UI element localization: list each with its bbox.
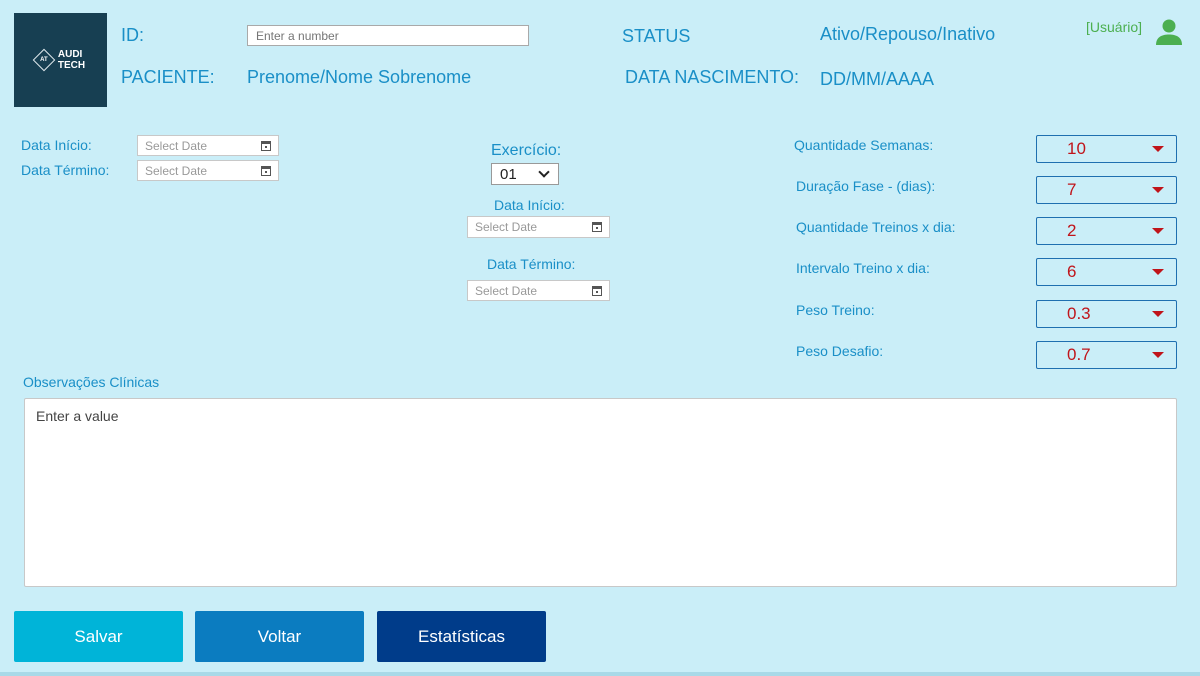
observacoes-placeholder: Enter a value (36, 408, 119, 424)
caret-down-icon (1152, 187, 1164, 193)
caret-down-icon (1152, 311, 1164, 317)
calendar-icon[interactable] (261, 140, 271, 151)
observacoes-label: Observações Clínicas (23, 374, 160, 390)
exercicio-inicio-input[interactable]: Select Date (467, 216, 610, 238)
caret-down-icon (1152, 146, 1164, 152)
id-label: ID: (121, 25, 145, 45)
id-input[interactable] (247, 25, 529, 46)
observacoes-textarea[interactable]: Enter a value (24, 398, 1177, 587)
peso-desafio-label: Peso Desafio: (796, 343, 884, 359)
quantidade-treinos-dropdown[interactable]: 2 (1036, 217, 1177, 245)
data-inicio-label: Data Início: (21, 137, 92, 153)
status-label: STATUS (622, 26, 691, 46)
data-termino-input[interactable]: Select Date (137, 160, 279, 181)
logo-mark-icon: AT (32, 48, 56, 72)
quantidade-semanas-value: 10 (1067, 139, 1086, 158)
peso-treino-label: Peso Treino: (796, 302, 875, 318)
nascimento-label: DATA NASCIMENTO: (625, 67, 800, 87)
exercicio-termino-placeholder: Select Date (475, 283, 538, 298)
quantidade-semanas-dropdown[interactable]: 10 (1036, 135, 1177, 163)
calendar-icon[interactable] (592, 222, 602, 232)
caret-down-icon (1152, 228, 1164, 234)
intervalo-treino-value: 6 (1067, 262, 1077, 281)
paciente-label: PACIENTE: (121, 67, 215, 87)
usuario-label[interactable]: [Usuário] (1086, 19, 1142, 35)
calendar-icon[interactable] (261, 165, 271, 176)
caret-down-icon (1152, 352, 1164, 358)
logo-text-line1: AUDI (57, 49, 83, 60)
logo-text-line2: TECH (57, 60, 86, 71)
paciente-value: Prenome/Nome Sobrenome (247, 67, 472, 87)
exercicio-inicio-label: Data Início: (494, 197, 565, 213)
exercicio-termino-input[interactable]: Select Date (467, 280, 610, 301)
estatisticas-button[interactable]: Estatísticas (377, 611, 546, 662)
user-icon[interactable] (1154, 17, 1184, 47)
peso-desafio-dropdown[interactable]: 0.7 (1036, 341, 1177, 369)
nascimento-value: DD/MM/AAAA (820, 69, 935, 89)
exercicio-inicio-placeholder: Select Date (475, 220, 538, 234)
quantidade-treinos-value: 2 (1067, 221, 1077, 240)
logo-mark-text: AT (40, 57, 48, 63)
data-inicio-input[interactable]: Select Date (137, 135, 279, 156)
peso-treino-dropdown[interactable]: 0.3 (1036, 300, 1177, 328)
data-termino-placeholder: Select Date (145, 163, 208, 178)
peso-desafio-value: 0.7 (1067, 345, 1091, 364)
duracao-fase-dropdown[interactable]: 7 (1036, 176, 1177, 204)
exercicio-termino-label: Data Término: (487, 256, 576, 272)
data-termino-label: Data Término: (21, 162, 110, 178)
chevron-down-icon (538, 166, 550, 178)
status-value: Ativo/Repouso/Inativo (820, 24, 996, 44)
intervalo-treino-label: Intervalo Treino x dia: (796, 260, 930, 276)
app-logo: AT AUDI TECH (14, 13, 107, 107)
logo-text: AUDI TECH (58, 49, 85, 71)
duracao-fase-value: 7 (1067, 180, 1077, 199)
quantidade-semanas-label: Quantidade Semanas: (794, 137, 934, 153)
caret-down-icon (1152, 269, 1164, 275)
bottom-divider (0, 672, 1200, 676)
peso-treino-value: 0.3 (1067, 304, 1091, 323)
exercicio-select[interactable]: 01 (491, 163, 559, 185)
voltar-button[interactable]: Voltar (195, 611, 364, 662)
exercicio-label: Exercício: (491, 142, 562, 159)
calendar-icon[interactable] (592, 285, 602, 296)
exercicio-selected: 01 (500, 165, 517, 183)
data-inicio-placeholder: Select Date (145, 138, 208, 153)
intervalo-treino-dropdown[interactable]: 6 (1036, 258, 1177, 286)
salvar-button[interactable]: Salvar (14, 611, 183, 662)
quantidade-treinos-label: Quantidade Treinos x dia: (796, 219, 956, 235)
duracao-fase-label: Duração Fase - (dias): (796, 178, 936, 194)
